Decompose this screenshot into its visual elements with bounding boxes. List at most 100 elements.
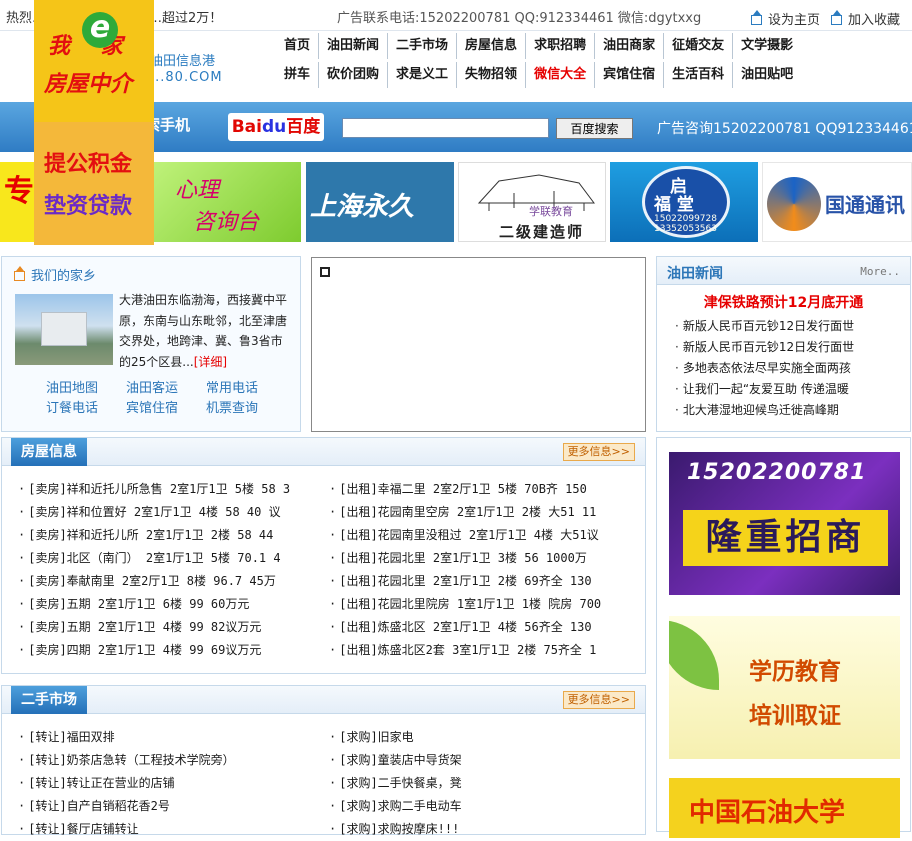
float-ad-text: 房屋中介 bbox=[44, 72, 133, 97]
home-icon bbox=[751, 10, 762, 25]
news-item[interactable]: 新版人民币百元钞12日发行面世 bbox=[675, 337, 854, 358]
hometown-panel: 我们的家乡 大港油田东临渤海，西接冀中平原，东南与山东毗邻，北至津唐交界处，地跨… bbox=[1, 256, 301, 432]
list-item[interactable]: [求购]求购按摩床!!! bbox=[329, 818, 462, 841]
nav-item[interactable]: 求职招聘 bbox=[525, 33, 594, 59]
list-item[interactable]: [求购]童装店中导货架 bbox=[329, 749, 461, 772]
list-item[interactable]: [卖房]祥和近托儿所急售 2室1厅1卫 5楼 58 3 bbox=[18, 478, 290, 501]
list-item[interactable]: [出租]花园北里 2室1厅1卫 2楼 69齐全 130 bbox=[329, 570, 601, 593]
float-ad-text: 提公积金 bbox=[44, 152, 133, 177]
nav-row-2: 拼车 砍价团购 求是义工 失物招领 微信大全 宾馆住宿 生活百科 油田贴吧 bbox=[276, 62, 896, 91]
side-ad-investment[interactable]: 15202200781 隆重招商 bbox=[669, 452, 900, 595]
housing-more-button[interactable]: 更多信息>> bbox=[562, 443, 635, 461]
add-favorite-link[interactable]: 加入收藏 bbox=[831, 9, 900, 28]
plugin-icon bbox=[320, 267, 330, 277]
nav-item[interactable]: 失物招领 bbox=[456, 62, 525, 88]
oilfield-news-panel: 油田新闻 More.. 津保铁路预计12月底开通 新版人民币百元钞12日发行面世新… bbox=[656, 256, 911, 432]
nav-item[interactable]: 油田贴吧 bbox=[732, 62, 801, 88]
list-item[interactable]: [出租]炼盛北区 2室1厅1卫 4楼 56齐全 130 bbox=[329, 616, 601, 639]
logo-domain: ...80.COM bbox=[150, 70, 223, 85]
nav-item[interactable]: 二手市场 bbox=[387, 33, 456, 59]
nav-item[interactable]: 砍价团购 bbox=[318, 62, 387, 88]
list-item[interactable]: [求购]求购二手电动车 bbox=[329, 795, 461, 818]
nav-item[interactable]: 生活百科 bbox=[663, 62, 732, 88]
list-item[interactable]: [卖房]北区（南门） 2室1厅1卫 5楼 70.1 4 bbox=[18, 547, 290, 570]
list-item[interactable]: [转让]转让正在营业的店铺 bbox=[18, 772, 235, 795]
nav-item[interactable]: 首页 bbox=[276, 33, 318, 59]
list-item[interactable]: [出租]幸福二里 2室2厅1卫 5楼 70B齐 150 bbox=[329, 478, 601, 501]
hometown-link[interactable]: 订餐电话 bbox=[46, 399, 126, 419]
list-item[interactable]: [求购]二手快餐桌，凳 bbox=[329, 772, 461, 795]
baidu-logo: Baidu百度 bbox=[228, 113, 324, 141]
banner-ad-psychology[interactable]: 心理 咨询台 bbox=[153, 162, 301, 242]
housing-rent-list: [出租]幸福二里 2室2厅1卫 5楼 70B齐 150[出租]花园南里空房 2室… bbox=[329, 478, 601, 662]
banner-ad-education[interactable]: 学联教育 二级建造师 bbox=[458, 162, 606, 242]
search-input[interactable] bbox=[342, 118, 549, 138]
hometown-title: 我们的家乡 bbox=[14, 265, 96, 284]
hometown-link[interactable]: 油田客运 bbox=[126, 379, 206, 399]
home-icon bbox=[831, 10, 842, 25]
market-more-button[interactable]: 更多信息>> bbox=[562, 691, 635, 709]
list-item[interactable]: [转让]福田双排 bbox=[18, 726, 235, 749]
list-item[interactable]: [出租]炼盛北区2套 3室1厅1卫 2楼 75齐全 1 bbox=[329, 639, 601, 662]
site-logo[interactable]: 油田信息港 ...80.COM bbox=[150, 50, 223, 85]
list-item[interactable]: [卖房]祥和近托儿所 2室1厅1卫 2楼 58 44 bbox=[18, 524, 290, 547]
nav-item[interactable]: 宾馆住宿 bbox=[594, 62, 663, 88]
e-logo-icon: e bbox=[82, 12, 118, 48]
list-item[interactable]: [求购]旧家电 bbox=[329, 726, 462, 749]
nav-item[interactable]: 文学摄影 bbox=[732, 33, 801, 59]
hometown-link[interactable]: 机票查询 bbox=[206, 399, 286, 419]
list-item[interactable]: [转让]奶茶店急转（工程技术学院旁） bbox=[18, 749, 234, 772]
market-buy-list: [求购]旧家电[求购]童装店中导货架[求购]二手快餐桌，凳[求购]求购二手电动车… bbox=[329, 726, 462, 841]
list-item[interactable]: [出租]花园北里 2室1厅1卫 3楼 56 1000万 bbox=[329, 547, 601, 570]
news-item[interactable]: 新版人民币百元钞12日发行面世 bbox=[675, 316, 854, 337]
nav-item[interactable]: 拼车 bbox=[276, 62, 318, 88]
housing-section: 房屋信息更多信息>> [卖房]祥和近托儿所急售 2室1厅1卫 5楼 58 3[卖… bbox=[1, 437, 646, 674]
float-ad-bottom: 提公积金 垫资贷款 bbox=[34, 122, 154, 245]
logo-name: 油田信息港 bbox=[150, 54, 216, 69]
news-item[interactable]: 北大港湿地迎候鸟迁徙高峰期 bbox=[675, 400, 854, 421]
baidu-search-button[interactable]: 百度搜索 bbox=[556, 118, 633, 139]
nav-item[interactable]: 油田商家 bbox=[594, 33, 663, 59]
side-ad-education[interactable]: 学历教育 培训取证 bbox=[669, 616, 900, 759]
nav-row-1: 首页 油田新闻 二手市场 房屋信息 求职招聘 油田商家 征婚交友 文学摄影 bbox=[276, 33, 896, 62]
hometown-link[interactable]: 常用电话 bbox=[206, 379, 286, 399]
banner-ad-fortune-hall[interactable]: 启福 堂 15022099728 13352053563 bbox=[610, 162, 758, 242]
list-item[interactable]: [出租]花园南里空房 2室1厅1卫 2楼 大51 11 bbox=[329, 501, 601, 524]
list-item[interactable]: [出租]花园北里院房 1室1厅1卫 1楼 院房 700 bbox=[329, 593, 601, 616]
detail-link[interactable]: [详细] bbox=[194, 355, 227, 369]
news-more-link[interactable]: More.. bbox=[860, 265, 900, 278]
home-icon bbox=[14, 266, 25, 281]
news-headline[interactable]: 津保铁路预计12月底开通 bbox=[657, 292, 910, 312]
list-item[interactable]: [卖房]四期 2室1厅1卫 4楼 99 69议万元 bbox=[18, 639, 290, 662]
list-item[interactable]: [转让]自产自销稻花香2号 bbox=[18, 795, 235, 818]
list-item[interactable]: [出租]花园南里没租过 2室1厅1卫 4楼 大51议 bbox=[329, 524, 601, 547]
list-item[interactable]: [卖房]祥和位置好 2室1厅1卫 4楼 58 40 议 bbox=[18, 501, 290, 524]
nav-item[interactable]: 房屋信息 bbox=[456, 33, 525, 59]
second-hand-section: 二手市场更多信息>> [转让]福田双排[转让]奶茶店急转（工程技术学院旁）[转让… bbox=[1, 685, 646, 836]
market-transfer-list: [转让]福田双排[转让]奶茶店急转（工程技术学院旁）[转让]转让正在营业的店铺[… bbox=[18, 726, 235, 841]
floating-ad[interactable]: 我 家 e 房屋中介 提公积金 垫资贷款 bbox=[34, 0, 154, 245]
side-ad-university[interactable]: 中国石油大学 bbox=[669, 778, 900, 838]
nav-item[interactable]: 微信大全 bbox=[525, 62, 594, 88]
nav-item[interactable]: 求是义工 bbox=[387, 62, 456, 88]
list-item[interactable]: [卖房]奉献南里 2室2厅1卫 8楼 96.7 45万 bbox=[18, 570, 290, 593]
side-ad-column: 15202200781 隆重招商 学历教育 培训取证 中国石油大学 bbox=[656, 437, 911, 838]
housing-sale-list: [卖房]祥和近托儿所急售 2室1厅1卫 5楼 58 3[卖房]祥和位置好 2室1… bbox=[18, 478, 290, 662]
list-item[interactable]: [转让]餐厅店铺转让 bbox=[18, 818, 235, 841]
nav-item[interactable]: 油田新闻 bbox=[318, 33, 387, 59]
hometown-link[interactable]: 宾馆住宿 bbox=[126, 399, 206, 419]
news-item[interactable]: 让我们一起“友爱互助 传递温暖 bbox=[675, 379, 854, 400]
guotong-logo-icon bbox=[767, 177, 821, 231]
banner-ad-guotong[interactable]: 国通通讯 bbox=[762, 162, 912, 242]
search-ad-text: 广告咨询15202200781 QQ912334461 bbox=[657, 121, 912, 137]
banner-ad-shanghai-forever[interactable]: 上海永久 bbox=[306, 162, 454, 242]
hometown-link[interactable]: 油田地图 bbox=[46, 379, 126, 399]
set-home-link[interactable]: 设为主页 bbox=[751, 9, 820, 28]
housing-tab[interactable]: 房屋信息 bbox=[11, 438, 87, 466]
news-item[interactable]: 多地表态依法尽早实施全面两孩 bbox=[675, 358, 854, 379]
nav-item[interactable]: 征婚交友 bbox=[663, 33, 732, 59]
list-item[interactable]: [卖房]五期 2室1厅1卫 4楼 99 82议万元 bbox=[18, 616, 290, 639]
list-item[interactable]: [卖房]五期 2室1厅1卫 6楼 99 60万元 bbox=[18, 593, 290, 616]
news-title[interactable]: 油田新闻 bbox=[667, 263, 723, 283]
market-tab[interactable]: 二手市场 bbox=[11, 686, 87, 714]
